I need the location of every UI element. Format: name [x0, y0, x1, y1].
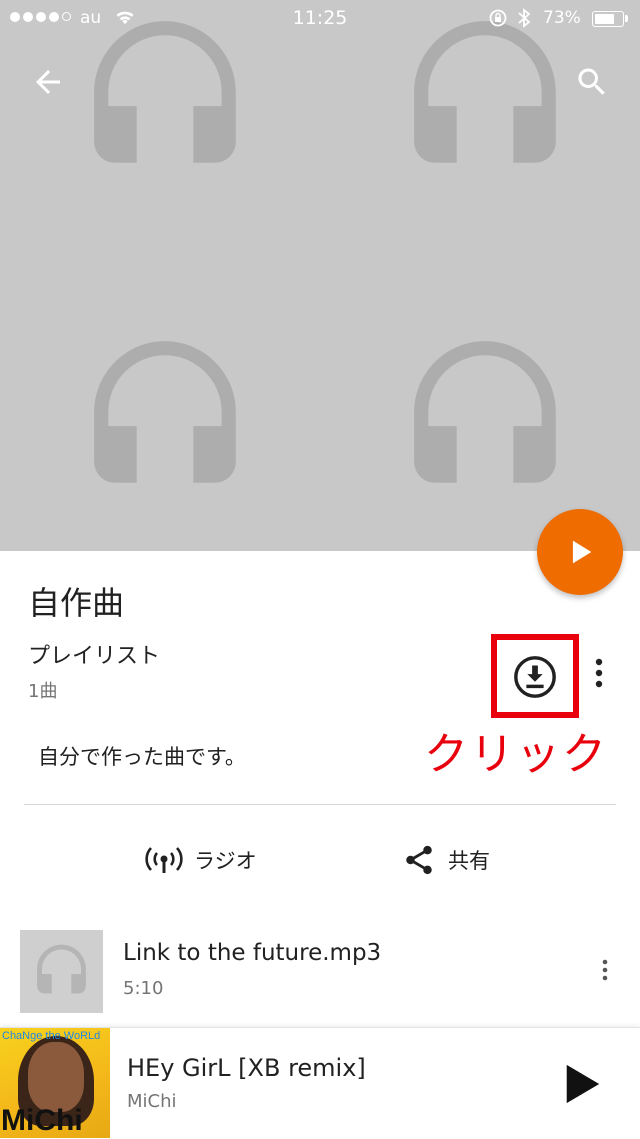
album-art-text: ChaNge the WoRLd — [2, 1030, 101, 1042]
bluetooth-icon — [518, 8, 531, 28]
rotation-lock-icon — [489, 9, 507, 27]
battery-icon — [592, 11, 624, 27]
song-duration: 5:10 — [123, 978, 164, 999]
play-all-button[interactable] — [537, 509, 623, 595]
radio-icon — [145, 847, 183, 873]
download-icon[interactable] — [512, 654, 558, 700]
song-thumbnail — [20, 930, 103, 1013]
now-playing-title: HEy GirL [XB remix] — [127, 1054, 366, 1082]
headphones-icon — [414, 341, 556, 483]
playlist-cover — [0, 0, 640, 551]
playlist-type: プレイリスト — [28, 644, 161, 669]
arrow-back-icon[interactable] — [30, 64, 66, 100]
now-playing-artist: MiChi — [127, 1091, 177, 1112]
radio-label: ラジオ — [194, 849, 257, 873]
share-label: 共有 — [448, 849, 490, 873]
playlist-title: 自作曲 — [28, 584, 125, 622]
divider — [24, 804, 616, 805]
album-art-artist: MiChi — [1, 1104, 83, 1137]
status-bar: au 11:25 73% — [0, 0, 640, 36]
more-vert-icon[interactable] — [589, 656, 609, 690]
battery-percent: 73% — [543, 8, 581, 28]
headphones-icon — [94, 341, 236, 483]
headphones-icon — [414, 21, 556, 163]
search-icon[interactable] — [574, 64, 610, 100]
headphones-icon — [94, 21, 236, 163]
more-vert-icon[interactable] — [598, 958, 612, 982]
play-icon — [572, 540, 592, 564]
play-icon[interactable] — [562, 1063, 602, 1105]
radio-button[interactable]: ラジオ — [144, 838, 257, 882]
album-art[interactable]: ChaNge the WoRLd MiChi — [0, 1028, 110, 1138]
track-count: 1曲 — [28, 681, 58, 702]
headphones-icon — [37, 944, 86, 994]
playlist-description: 自分で作った曲です。 — [38, 745, 246, 769]
annotation-label: クリック — [424, 729, 608, 780]
share-icon — [406, 845, 432, 875]
song-title: Link to the future.mp3 — [123, 940, 382, 966]
share-button[interactable]: 共有 — [402, 838, 490, 882]
